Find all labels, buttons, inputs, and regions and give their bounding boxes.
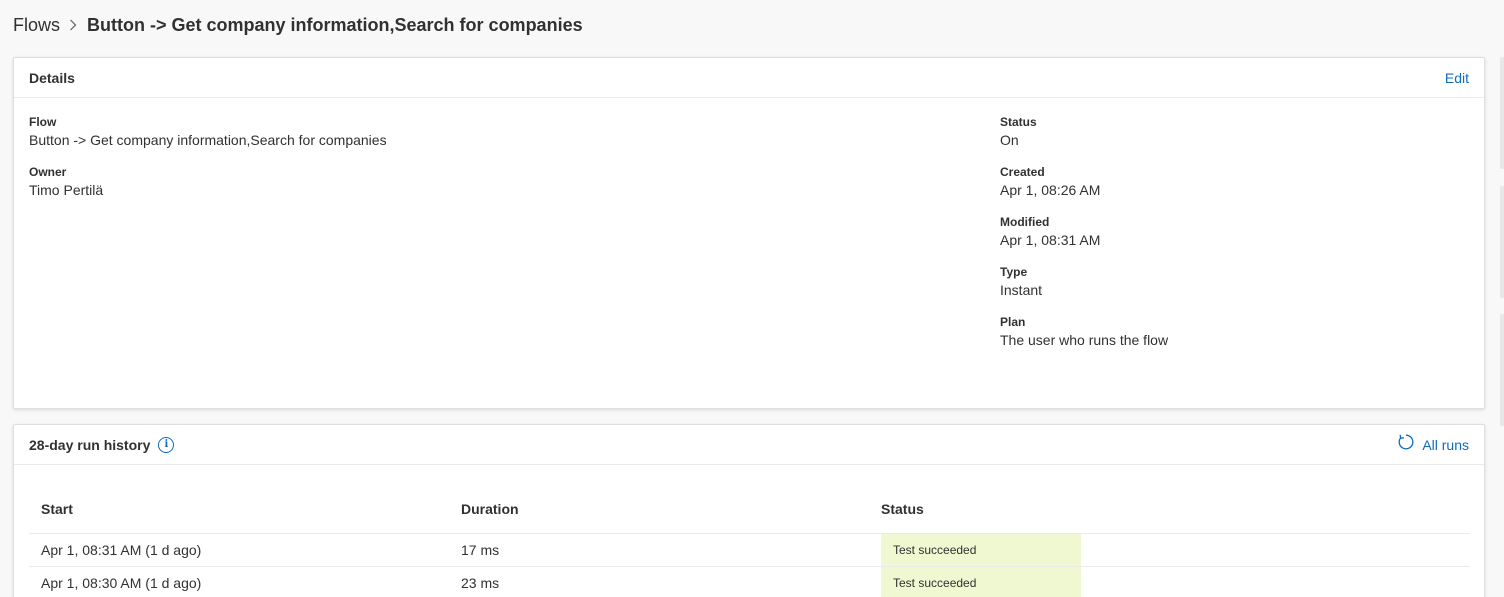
status-badge: Test succeeded: [881, 566, 1081, 597]
field-value: The user who runs the flow: [1000, 332, 1169, 348]
field-label: Owner: [29, 165, 67, 179]
table-row[interactable]: Apr 1, 08:31 AM (1 d ago) 17 ms Test suc…: [29, 533, 1470, 567]
column-header-duration[interactable]: Duration: [449, 486, 869, 534]
side-panel-edge: [1500, 0, 1504, 597]
field-value: Button -> Get company information,Search…: [29, 132, 387, 148]
field-label: Status: [1000, 115, 1037, 129]
run-start[interactable]: Apr 1, 08:31 AM (1 d ago): [29, 533, 449, 567]
status-field: Status On: [1000, 114, 1168, 164]
column-header-start[interactable]: Start: [29, 486, 449, 534]
created-field: Created Apr 1, 08:26 AM: [1000, 164, 1168, 214]
details-title: Details: [29, 69, 75, 86]
table-header-row: Start Duration Status: [29, 486, 1470, 534]
page-title: Button -> Get company information,Search…: [87, 14, 583, 35]
breadcrumb: Flows Button -> Get company information,…: [13, 12, 583, 38]
side-panel-sliver: [1500, 57, 1504, 169]
field-value: Apr 1, 08:31 AM: [1000, 232, 1101, 248]
run-duration: 17 ms: [449, 533, 869, 567]
modified-field: Modified Apr 1, 08:31 AM: [1000, 214, 1168, 264]
run-history-title-group: 28-day run history i: [29, 436, 175, 453]
chevron-right-icon: [69, 19, 77, 31]
all-runs-label: All runs: [1422, 436, 1469, 453]
run-history-card: 28-day run history i All runs Start Dura…: [13, 424, 1485, 597]
run-history-title: 28-day run history: [29, 436, 151, 453]
field-value: Instant: [1000, 282, 1043, 298]
details-left-column: Flow Button -> Get company information,S…: [29, 114, 387, 214]
details-right-column: Status On Created Apr 1, 08:26 AM Modifi…: [1000, 114, 1168, 364]
breadcrumb-flows-link[interactable]: Flows: [13, 15, 60, 36]
flow-field: Flow Button -> Get company information,S…: [29, 114, 387, 164]
edit-button[interactable]: Edit: [1445, 70, 1469, 86]
refresh-icon: [1397, 433, 1415, 456]
plan-field: Plan The user who runs the flow: [1000, 314, 1168, 364]
run-start[interactable]: Apr 1, 08:30 AM (1 d ago): [29, 566, 449, 597]
column-header-status[interactable]: Status: [869, 486, 1470, 534]
owner-field: Owner Timo Pertilä: [29, 164, 387, 214]
all-runs-button[interactable]: All runs: [1397, 433, 1469, 456]
table-row[interactable]: Apr 1, 08:30 AM (1 d ago) 23 ms Test suc…: [29, 566, 1470, 597]
field-value: On: [1000, 132, 1019, 148]
side-panel-sliver: [1500, 314, 1504, 426]
field-label: Type: [1000, 265, 1028, 279]
run-history-header: 28-day run history i All runs: [14, 425, 1484, 465]
run-history-table: Start Duration Status Apr 1, 08:31 AM (1…: [29, 486, 1470, 597]
field-label: Flow: [29, 115, 57, 129]
field-label: Created: [1000, 165, 1045, 179]
side-panel-sliver: [1500, 186, 1504, 298]
field-value: Timo Pertilä: [29, 182, 104, 198]
field-label: Plan: [1000, 315, 1026, 329]
field-value: Apr 1, 08:26 AM: [1000, 182, 1101, 198]
status-badge: Test succeeded: [881, 533, 1081, 566]
run-duration: 23 ms: [449, 566, 869, 597]
run-status-cell: Test succeeded: [869, 533, 1470, 567]
type-field: Type Instant: [1000, 264, 1168, 314]
info-icon[interactable]: i: [158, 436, 175, 453]
details-header: Details Edit: [14, 58, 1484, 98]
run-status-cell: Test succeeded: [869, 566, 1470, 597]
details-card: Details Edit Flow Button -> Get company …: [13, 57, 1485, 409]
field-label: Modified: [1000, 215, 1050, 229]
